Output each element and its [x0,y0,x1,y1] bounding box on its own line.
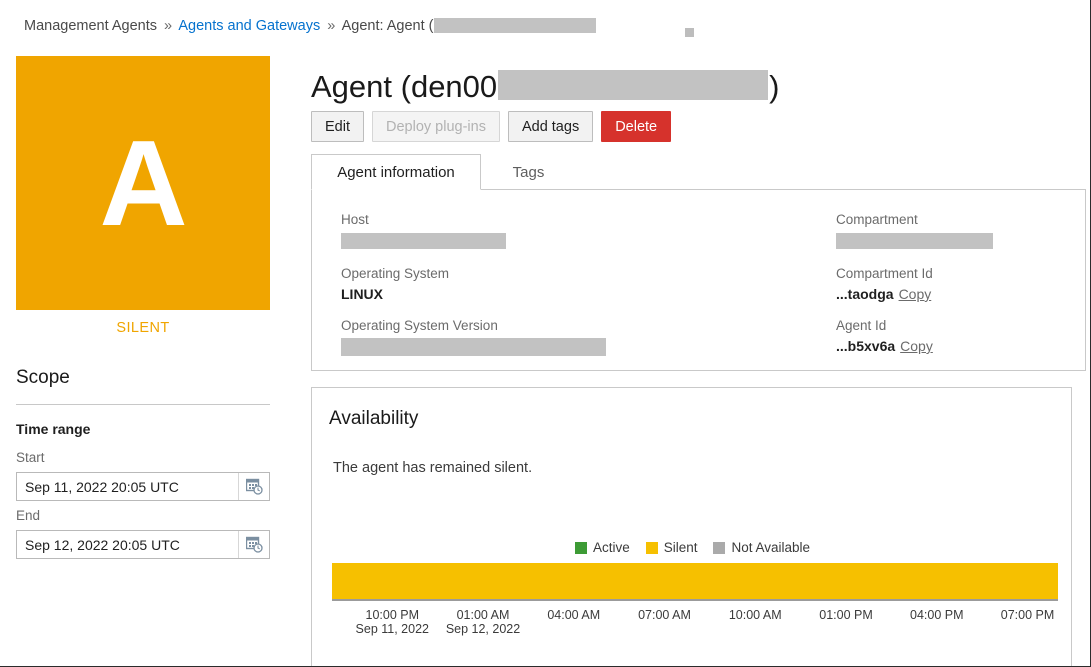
tab-bar: Agent information Tags [311,154,1086,190]
legend-label: Not Available [731,540,810,555]
info-column-left: Host Operating System LINUX Operating Sy… [341,212,671,372]
availability-panel: Availability The agent has remained sile… [311,387,1072,666]
chart-tick-time: 04:00 PM [910,608,964,622]
legend-swatch [575,542,587,554]
scope-divider [16,404,270,405]
chart-x-axis-ticks: 10:00 PMSep 11, 2022 01:00 AMSep 12, 2022… [332,608,1058,648]
page-root: Management Agents » Agents and Gateways … [0,0,1091,667]
field-operating-system: Operating System LINUX [341,266,671,302]
page-title-suffix: ) [769,69,779,104]
breadcrumb-current: Agent: Agent ( [342,18,434,34]
agent-information-panel: Host Operating System LINUX Operating Sy… [311,189,1086,371]
delete-button[interactable]: Delete [601,111,671,142]
field-compartment-id-value: ...taodga Copy [836,286,1086,302]
field-operating-system-version-redacted-value [341,338,606,356]
chart-tick-time: 10:00 AM [729,608,782,622]
deploy-plugins-button: Deploy plug-ins [372,111,500,142]
start-date-value: Sep 11, 2022 20:05 UTC [17,479,238,495]
breadcrumb-separator-2: » [324,18,338,34]
scope-heading: Scope [16,367,70,389]
end-date-input[interactable]: Sep 12, 2022 20:05 UTC [16,530,270,559]
copy-compartment-id-link[interactable]: Copy [899,286,932,302]
field-host-label: Host [341,212,671,227]
chart-tick-label: 04:00 AM [547,608,600,622]
field-operating-system-version: Operating System Version [341,318,671,356]
edit-button[interactable]: Edit [311,111,364,142]
legend-swatch [713,542,725,554]
chart-tick-time: 10:00 PM [365,608,419,622]
chart-tick-label: 07:00 PM [1001,608,1055,622]
field-compartment-redacted-value [836,233,993,249]
chart-tick-time: 01:00 AM [457,608,510,622]
action-toolbar: Edit Deploy plug-ins Add tags Delete [311,111,671,142]
page-title-prefix: Agent (den00 [311,69,497,104]
field-compartment-label: Compartment [836,212,1086,227]
breadcrumb-redacted-value [434,18,596,33]
field-agent-id-label: Agent Id [836,318,1086,333]
chart-tick-time: 04:00 AM [547,608,600,622]
field-agent-id: Agent Id ...b5xv6a Copy [836,318,1086,354]
breadcrumb-separator-1: » [161,18,175,34]
field-operating-system-label: Operating System [341,266,671,281]
status-badge: SILENT [16,320,270,336]
field-compartment-id: Compartment Id ...taodga Copy [836,266,1086,302]
breadcrumb-link-agents-and-gateways[interactable]: Agents and Gateways [178,18,320,34]
chart-tick-date: Sep 11, 2022 [356,622,429,636]
chart-tick-label: 01:00 AMSep 12, 2022 [446,608,520,636]
field-compartment-id-label: Compartment Id [836,266,1086,281]
copy-agent-id-link[interactable]: Copy [900,338,933,354]
chart-tick-time: 07:00 AM [638,608,691,622]
breadcrumb-root: Management Agents [24,18,157,34]
time-range-label: Time range [16,421,90,437]
start-label: Start [16,450,45,465]
field-agent-id-value: ...b5xv6a Copy [836,338,1086,354]
stray-artifact-mark [685,28,694,37]
field-operating-system-version-label: Operating System Version [341,318,671,333]
field-compartment: Compartment [836,212,1086,250]
tab-tags[interactable]: Tags [481,154,576,190]
info-column-right: Compartment Compartment Id ...taodga Copy… [836,212,1086,370]
legend-swatch [646,542,658,554]
legend-item[interactable]: Silent [646,540,698,555]
chart-tick-label: 04:00 PM [910,608,964,622]
field-host: Host [341,212,671,250]
page-title-redacted-value [498,70,768,100]
field-operating-system-value: LINUX [341,286,671,302]
end-label: End [16,508,40,523]
legend-item[interactable]: Active [575,540,630,555]
availability-message: The agent has remained silent. [333,460,532,476]
chart-legend: Active Silent Not Available [312,540,1073,555]
chart-tick-time: 01:00 PM [819,608,873,622]
availability-timeline-chart[interactable] [332,563,1058,601]
legend-item[interactable]: Not Available [713,540,810,555]
breadcrumb: Management Agents » Agents and Gateways … [24,18,596,34]
calendar-clock-icon[interactable] [238,473,269,500]
calendar-clock-icon[interactable] [238,531,269,558]
tab-agent-information[interactable]: Agent information [311,154,481,190]
chart-segment[interactable] [332,563,1058,599]
legend-label: Silent [664,540,698,555]
agent-id-text: ...b5xv6a [836,338,895,354]
legend-label: Active [593,540,630,555]
chart-tick-label: 01:00 PM [819,608,873,622]
field-host-redacted-value [341,233,506,249]
availability-title: Availability [329,408,418,430]
start-date-input[interactable]: Sep 11, 2022 20:05 UTC [16,472,270,501]
end-date-value: Sep 12, 2022 20:05 UTC [17,537,238,553]
chart-tick-date: Sep 12, 2022 [446,622,520,636]
chart-axis-line [332,599,1058,601]
page-title: Agent (den00) [311,69,779,105]
chart-tick-label: 10:00 PMSep 11, 2022 [356,608,429,636]
add-tags-button[interactable]: Add tags [508,111,593,142]
compartment-id-text: ...taodga [836,286,894,302]
avatar-letter: A [99,122,186,244]
chart-tick-label: 07:00 AM [638,608,691,622]
agent-avatar-tile: A [16,56,270,310]
chart-tick-label: 10:00 AM [729,608,782,622]
chart-tick-time: 07:00 PM [1001,608,1055,622]
